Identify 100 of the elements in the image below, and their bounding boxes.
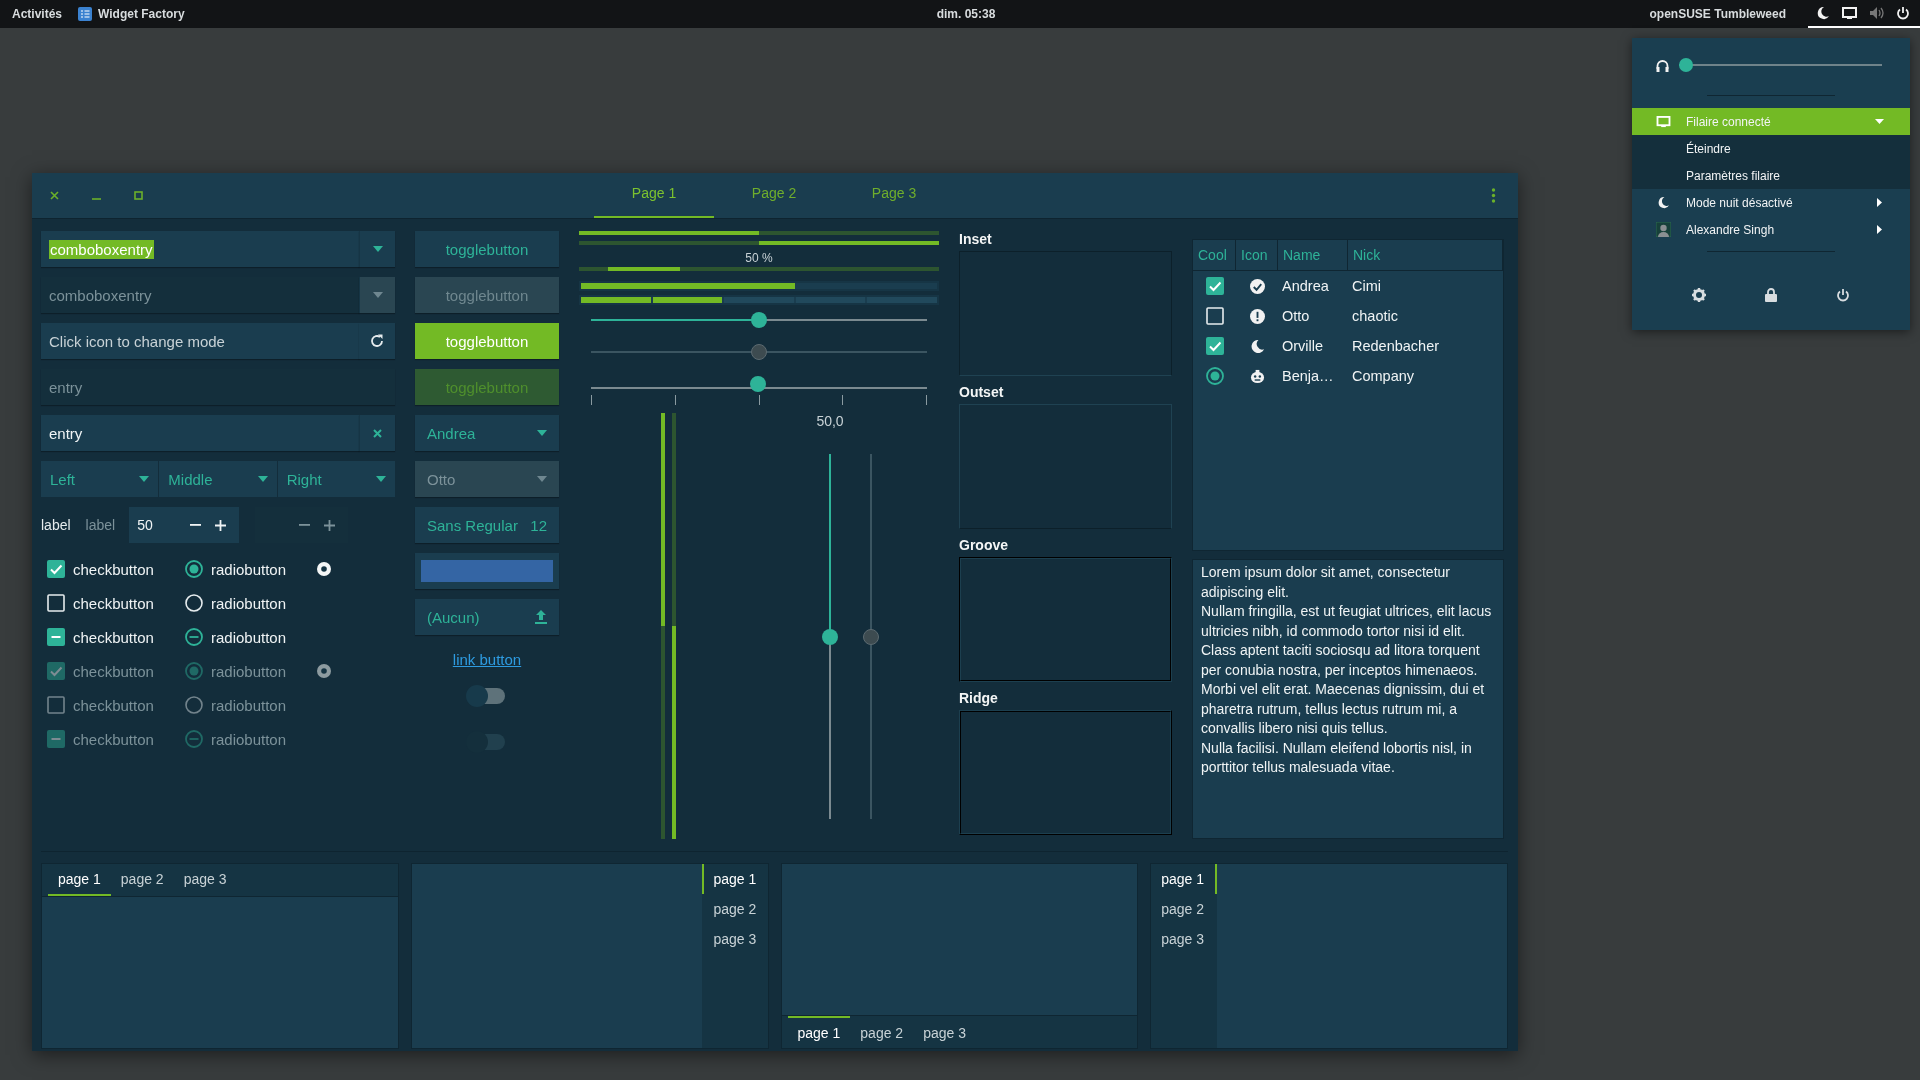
- frame-label: Groove: [959, 537, 1009, 555]
- headphones-icon: [1656, 58, 1669, 72]
- radio-button[interactable]: [1205, 367, 1224, 385]
- activities-button[interactable]: Activités: [12, 7, 63, 21]
- paragraph: Class aptent taciti sociosqu ad litora torquent per conubia nostra, per inceptos himenaeos.: [1201, 641, 1481, 680]
- entry-field[interactable]: entry: [41, 415, 359, 451]
- speaker-icon[interactable]: [1869, 6, 1884, 20]
- checkbox-label[interactable]: checkbutton: [73, 628, 154, 646]
- dropdown-button[interactable]: [359, 231, 395, 267]
- plus-icon: [324, 519, 336, 531]
- file-button[interactable]: (Aucun): [415, 599, 559, 635]
- toggle-button[interactable]: togglebutton: [415, 231, 559, 267]
- moon-icon: [1656, 196, 1671, 209]
- notebook-tab[interactable]: page 3: [1151, 924, 1218, 954]
- power-icon[interactable]: [1896, 6, 1910, 20]
- dropdown-button[interactable]: [359, 277, 395, 313]
- page-tab[interactable]: Page 2: [714, 173, 834, 218]
- avatar-icon: [1656, 222, 1671, 237]
- distro-button[interactable]: openSUSE Tumbleweed: [1649, 7, 1786, 21]
- notebook-tab[interactable]: page 2: [110, 864, 174, 896]
- caret-icon: [1875, 117, 1884, 126]
- slider-handle[interactable]: [822, 628, 838, 645]
- moon-icon[interactable]: [1816, 6, 1830, 20]
- settings-icon[interactable]: [1691, 288, 1706, 302]
- page-tab[interactable]: Page 3: [834, 173, 954, 218]
- column-header[interactable]: Nick: [1348, 240, 1503, 270]
- column-header[interactable]: Cool: [1193, 240, 1236, 270]
- menu-item[interactable]: Mode nuit désactivé: [1632, 189, 1910, 216]
- menu-item[interactable]: Paramètres filaire: [1632, 162, 1910, 189]
- app-menu-button[interactable]: Widget Factory: [78, 7, 185, 21]
- label: label: [85, 517, 116, 533]
- monitor-icon[interactable]: [1842, 6, 1857, 20]
- notebook-tab[interactable]: page 2: [1151, 894, 1218, 924]
- table-cell-text: Redenbacher: [1351, 338, 1441, 354]
- alert-icon: [1249, 308, 1265, 324]
- paragraph: Nullam fringilla, est ut feugiat ultrices, elit lacus ultricies nibh, id commodo tortor nisi id elit.: [1201, 602, 1493, 641]
- notebook-tab[interactable]: page 3: [913, 1016, 976, 1048]
- text-view[interactable]: [1192, 559, 1504, 839]
- caret-icon: [257, 476, 268, 482]
- refresh-icon[interactable]: [370, 334, 384, 348]
- notebook-tab[interactable]: page 3: [701, 924, 768, 954]
- radio-label[interactable]: radiobutton: [211, 560, 287, 578]
- checkbox[interactable]: [47, 560, 65, 578]
- caret-icon: [372, 246, 383, 252]
- paragraph: Morbi vel elit erat. Maecenas dignissim, dui et pharetra rutrum, tellus lectus rutrum mi, a convallis libero nisi quis tellus.: [1201, 680, 1486, 738]
- font-button[interactable]: Sans Regular 12: [415, 507, 559, 543]
- combo-box[interactable]: Middle: [159, 461, 277, 497]
- slider-handle[interactable]: [751, 312, 767, 328]
- app-icon: [78, 7, 93, 21]
- column-header[interactable]: Name: [1278, 240, 1348, 270]
- checkbox[interactable]: [1205, 277, 1224, 295]
- table-cell-text: Orville: [1281, 338, 1325, 354]
- lock-icon[interactable]: [1765, 288, 1777, 302]
- close-icon[interactable]: [50, 191, 59, 200]
- table-cell-text: chaotic: [1351, 308, 1399, 324]
- radio-button[interactable]: [185, 628, 203, 646]
- table-cell-text: Otto: [1281, 308, 1311, 324]
- page-tab[interactable]: Page 1: [594, 173, 714, 218]
- frame-label: Ridge: [959, 690, 999, 708]
- minus-icon: [299, 524, 311, 526]
- link-button[interactable]: link button: [452, 651, 522, 668]
- checkbox[interactable]: [47, 628, 65, 646]
- slider-handle[interactable]: [1679, 58, 1693, 72]
- column-header[interactable]: Icon: [1236, 240, 1278, 270]
- color-button[interactable]: [415, 553, 559, 589]
- combo-box[interactable]: Left: [41, 461, 159, 497]
- label: label: [41, 517, 71, 533]
- radio-label[interactable]: radiobutton: [211, 594, 287, 612]
- switch[interactable]: [469, 688, 505, 704]
- monitor-icon: [1656, 115, 1671, 128]
- checkbox[interactable]: [47, 594, 65, 612]
- entry-field[interactable]: Click icon to change mode: [41, 323, 359, 359]
- checkbox[interactable]: [1205, 307, 1224, 325]
- checkbox-label[interactable]: checkbutton: [73, 560, 154, 578]
- table-cell-text: Cimi: [1351, 278, 1382, 294]
- clear-button[interactable]: [359, 415, 395, 451]
- caret-icon: [1875, 225, 1884, 234]
- notebook-tab[interactable]: page 3: [173, 864, 237, 896]
- checkbox[interactable]: [1205, 337, 1224, 355]
- menu-item[interactable]: Éteindre: [1632, 135, 1910, 162]
- caret-icon: [537, 430, 547, 436]
- radio-button[interactable]: [317, 562, 331, 576]
- maximize-icon[interactable]: [134, 191, 143, 200]
- slider-handle[interactable]: [750, 376, 766, 392]
- check-circle-icon: [1249, 278, 1265, 294]
- clock-button[interactable]: dim. 05:38: [936, 7, 996, 21]
- radio-label[interactable]: radiobutton: [211, 628, 287, 646]
- menu-icon[interactable]: [1491, 188, 1496, 203]
- power-icon[interactable]: [1836, 288, 1851, 302]
- paragraph: Nulla facilisi. Nullam eleifend lobortis nisl, in porttitor tellus malesuada vitae.: [1201, 738, 1473, 777]
- notebook-tab[interactable]: page 2: [850, 1016, 914, 1048]
- menu-item[interactable]: Alexandre Singh: [1632, 216, 1910, 243]
- slider-value: 50,0: [816, 413, 844, 431]
- combo-box[interactable]: Andrea: [415, 415, 559, 451]
- spin-button[interactable]: 50: [129, 507, 240, 543]
- checkbox-label[interactable]: checkbutton: [73, 594, 154, 612]
- combo-box[interactable]: Right: [277, 461, 395, 497]
- table-cell-text: Benja…: [1281, 368, 1335, 384]
- notebook-tab[interactable]: page 2: [701, 894, 768, 924]
- radio-button[interactable]: [185, 560, 203, 578]
